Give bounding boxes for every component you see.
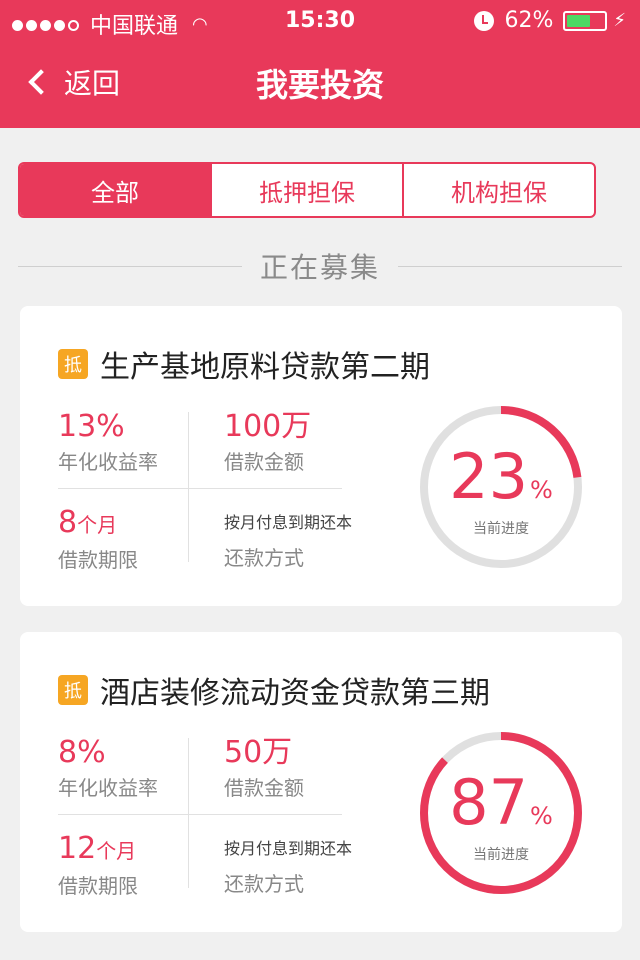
loan-amount-label: 借款金额 (224, 450, 304, 474)
charging-icon: ⚡ (613, 10, 626, 31)
loan-term: 8个月 借款期限 (58, 506, 138, 573)
repayment-method-label: 还款方式 (224, 546, 304, 570)
annual-rate: 8% 年化收益率 (58, 736, 158, 801)
loan-amount-label: 借款金额 (224, 776, 304, 800)
repayment-method-label: 还款方式 (224, 872, 304, 896)
progress-value: 23% (418, 444, 584, 523)
status-bar: 中国联通 ◠ 15:30 62% ⚡ (0, 0, 640, 40)
progress-ring: 23% 当前进度 (418, 404, 584, 570)
loan-amount: 50万 借款金额 (224, 736, 304, 801)
repayment-method-value: 按月付息到期还本 (224, 839, 353, 858)
progress-number: 87 (449, 766, 529, 839)
annual-rate-label: 年化收益率 (58, 450, 158, 474)
loan-term-value: 12个月 (58, 832, 138, 868)
battery-percent: 62% (504, 8, 554, 33)
stats-divider-vertical (188, 412, 189, 562)
progress-label: 当前进度 (473, 521, 529, 537)
repayment-method: 按月付息到期还本 还款方式 (224, 506, 352, 571)
annual-rate-label: 年化收益率 (58, 776, 158, 800)
repayment-method-value: 按月付息到期还本 (224, 513, 353, 532)
repayment-method: 按月付息到期还本 还款方式 (224, 832, 352, 897)
loan-amount: 100万 借款金额 (224, 410, 311, 475)
stats-divider-vertical (188, 738, 189, 888)
loan-term-label: 借款期限 (58, 874, 138, 898)
progress-value: 87% (418, 770, 584, 849)
progress-label: 当前进度 (473, 847, 529, 863)
loan-term-value: 8个月 (58, 506, 138, 542)
annual-rate: 13% 年化收益率 (58, 410, 158, 475)
stats-divider-horizontal (58, 814, 342, 815)
loan-term-label: 借款期限 (58, 548, 138, 572)
mortgage-badge: 抵 (58, 349, 88, 379)
term-number: 12 (58, 831, 97, 866)
tab-all[interactable]: 全部 (20, 164, 210, 216)
loan-stats: 8% 年化收益率 50万 借款金额 12个月 借款期限 按月付息到期还本 还款方… (58, 732, 352, 898)
header: 中国联通 ◠ 15:30 62% ⚡ 返回 我要投资 (0, 0, 640, 128)
nav-bar: 返回 我要投资 (0, 40, 640, 128)
card-title-row: 抵 生产基地原料贷款第二期 (58, 342, 430, 386)
annual-rate-value: 8% (58, 735, 106, 770)
progress-number: 23 (449, 440, 529, 513)
loan-amount-value: 50万 (224, 735, 293, 770)
loan-title: 酒店装修流动资金贷款第三期 (100, 676, 490, 711)
loan-card[interactable]: 抵 酒店装修流动资金贷款第三期 8% 年化收益率 50万 借款金额 12个月 借… (20, 632, 622, 932)
status-right: 62% ⚡ (474, 8, 626, 33)
tab-institution-guarantee[interactable]: 机构担保 (402, 164, 594, 216)
mortgage-badge: 抵 (58, 675, 88, 705)
progress-unit: % (530, 476, 553, 504)
term-unit: 个月 (96, 839, 137, 863)
section-header: 正在募集 (18, 246, 623, 286)
term-number: 8 (58, 505, 78, 540)
section-title: 正在募集 (260, 251, 381, 284)
filter-tabs: 全部 抵押担保 机构担保 (18, 162, 596, 218)
annual-rate-value: 13% (58, 409, 125, 444)
page-title: 我要投资 (255, 66, 384, 104)
divider-left (18, 265, 242, 267)
loan-title: 生产基地原料贷款第二期 (100, 350, 430, 385)
loan-amount-value: 100万 (224, 409, 312, 444)
progress-unit: % (530, 802, 553, 830)
stats-divider-horizontal (58, 488, 342, 489)
loan-term: 12个月 借款期限 (58, 832, 138, 899)
alarm-icon (474, 10, 495, 31)
divider-right (398, 265, 623, 267)
battery-icon (563, 10, 608, 31)
tab-mortgage-guarantee[interactable]: 抵押担保 (210, 164, 402, 216)
loan-stats: 13% 年化收益率 100万 借款金额 8个月 借款期限 按月付息到期还本 还款… (58, 406, 352, 572)
card-title-row: 抵 酒店装修流动资金贷款第三期 (58, 668, 490, 712)
progress-ring: 87% 当前进度 (418, 730, 584, 896)
loan-card[interactable]: 抵 生产基地原料贷款第二期 13% 年化收益率 100万 借款金额 8个月 借款… (20, 306, 622, 606)
term-unit: 个月 (77, 513, 118, 537)
